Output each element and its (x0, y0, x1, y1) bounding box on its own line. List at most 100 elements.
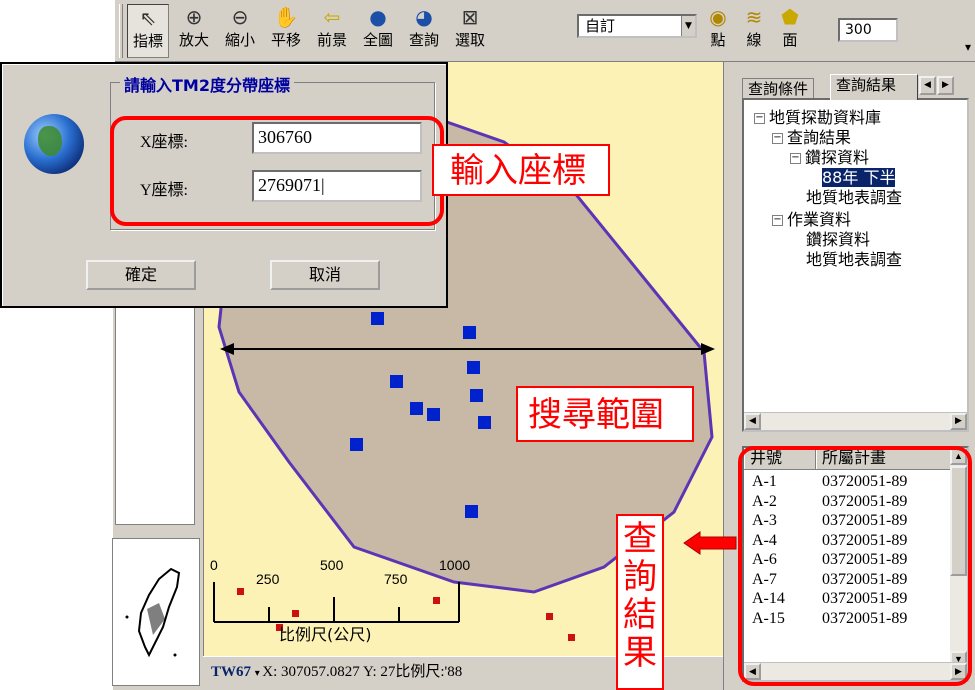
tool-label: 縮小 (224, 31, 255, 49)
tree-node-label: 地質探勘資料庫 (769, 108, 882, 127)
left-panel-blank (115, 300, 195, 525)
tool-label: 點 (710, 31, 726, 49)
well-point (463, 326, 476, 339)
ok-button[interactable]: 確定 (86, 260, 196, 290)
collapse-icon[interactable]: − (790, 153, 801, 164)
scroll-left-icon[interactable]: ◀ (744, 413, 761, 430)
search-range-callout: 搜尋範圍 (516, 386, 694, 442)
overview-map[interactable] (112, 538, 200, 686)
tree-node[interactable]: − 查詢結果 (772, 128, 851, 148)
point-draw-button[interactable]: ◉ 點 (701, 4, 735, 58)
crs-selector[interactable]: TW67 (211, 664, 251, 680)
line-draw-button[interactable]: ≋ 線 (737, 4, 771, 58)
zoom-in-icon: ⊕ (185, 5, 203, 29)
scale-tick-label: 1000 (439, 557, 470, 573)
well-point (546, 613, 553, 620)
tool-label: 面 (782, 31, 798, 49)
query-results-highlight (738, 446, 972, 686)
previous-view-icon: ⇦ (323, 5, 341, 29)
well-point (470, 389, 483, 402)
collapse-icon[interactable]: − (754, 113, 765, 124)
tree-node[interactable]: − 鑽探資料 (790, 148, 869, 168)
select-button[interactable]: ⊠ 選取 (449, 4, 491, 58)
dialog-title: 請輸入TM2度分帶座標 (120, 72, 294, 96)
preset-select[interactable]: 自訂 ▼ (577, 14, 697, 38)
tree-horizontal-scrollbar[interactable]: ◀ ▶ (744, 412, 967, 430)
tool-label: 查詢 (408, 31, 439, 49)
red-arrow-icon (683, 531, 737, 555)
collapse-icon[interactable]: − (772, 133, 783, 144)
pointer-tool-button[interactable]: ⇖ 指標 (127, 4, 169, 58)
tab-scroll-left-icon[interactable]: ◀ (919, 76, 936, 95)
pan-tool-button[interactable]: ✋ 平移 (265, 4, 307, 58)
well-point (465, 505, 478, 518)
scale-tick-label: 250 (256, 571, 280, 587)
previous-view-button[interactable]: ⇦ 前景 (311, 4, 353, 58)
toolbar: ⇖ 指標 ⊕ 放大 ⊖ 縮小 ✋ 平移 ⇦ 前景 ● 全圖 ◕ 查詢 ⊠ 選取 (115, 0, 975, 62)
tree-node-label: 地質地表調查 (806, 250, 903, 269)
zoom-in-tool-button[interactable]: ⊕ 放大 (173, 4, 215, 58)
cancel-button-label: 取消 (308, 265, 341, 284)
tree-node-label: 地質地表調查 (806, 188, 903, 207)
tree-node[interactable]: 地質地表調查 (806, 250, 902, 270)
polygon-draw-button[interactable]: ⬟ 面 (773, 4, 807, 58)
scale-tick-label: 500 (320, 557, 344, 573)
well-point (433, 597, 440, 604)
tree-node[interactable]: 地質地表調查 (806, 188, 902, 208)
scroll-right-icon[interactable]: ▶ (950, 413, 967, 430)
tool-label: 線 (746, 31, 762, 49)
zoom-out-icon: ⊖ (231, 5, 249, 29)
tree-node[interactable]: − 地質探勘資料庫 (754, 108, 881, 128)
tab-query-results[interactable]: 查詢結果 (830, 74, 918, 100)
input-coords-highlight (110, 116, 444, 226)
scale-tick-label: 0 (210, 557, 218, 573)
globe-icon (24, 114, 84, 174)
buffer-distance-value: 300 (845, 22, 872, 38)
tab-scroll-right-icon[interactable]: ▶ (937, 76, 954, 95)
scale-bar (213, 582, 460, 623)
well-point (568, 634, 575, 641)
cancel-button[interactable]: 取消 (270, 260, 380, 290)
preset-select-value: 自訂 (585, 17, 616, 35)
query-results-callout: 查詢結果 (616, 514, 664, 690)
tab-label: 查詢結果 (836, 76, 897, 94)
well-point (292, 610, 299, 617)
tree-node-label: 88年 下半 (822, 168, 896, 187)
well-point (350, 438, 363, 451)
toolbar-overflow-icon[interactable]: ▾ (965, 40, 971, 54)
tree-node-label: 作業資料 (787, 210, 852, 229)
well-point (237, 588, 244, 595)
tree-node-label: 鑽探資料 (805, 148, 870, 167)
tree-node-selected[interactable]: 88年 下半 (822, 168, 896, 188)
well-point (427, 408, 440, 421)
tool-label: 全圖 (362, 31, 393, 49)
tool-label: 前景 (316, 31, 347, 49)
scale-bar-label: 比例尺(公尺) (279, 625, 372, 644)
gis-app-window: ⇖ 指標 ⊕ 放大 ⊖ 縮小 ✋ 平移 ⇦ 前景 ● 全圖 ◕ 查詢 ⊠ 選取 (0, 0, 975, 690)
toolbar-grip[interactable] (119, 4, 123, 58)
chevron-down-icon[interactable]: ▼ (681, 16, 695, 36)
buffer-distance-input[interactable]: 300 (838, 18, 898, 42)
tree-node[interactable]: − 作業資料 (772, 210, 851, 230)
taiwan-overview-icon (125, 567, 181, 658)
well-point (467, 361, 480, 374)
result-tree[interactable]: − 地質探勘資料庫 − 查詢結果 − 鑽探資料 88年 下半 地質地表調查 − 作業資料… (742, 98, 969, 432)
tool-label: 平移 (270, 31, 301, 49)
tool-label: 指標 (132, 32, 163, 50)
full-extent-button[interactable]: ● 全圖 (357, 4, 399, 58)
tree-node-label: 鑽探資料 (806, 230, 871, 249)
tool-label: 放大 (178, 31, 209, 49)
well-point (390, 375, 403, 388)
scale-tick-label: 750 (384, 571, 408, 587)
query-button[interactable]: ◕ 查詢 (403, 4, 445, 58)
collapse-icon[interactable]: − (772, 215, 783, 226)
zoom-out-tool-button[interactable]: ⊖ 縮小 (219, 4, 261, 58)
tree-node[interactable]: 鑽探資料 (806, 230, 870, 250)
line-icon: ≋ (745, 5, 763, 29)
cursor-coordinates: X: 307057.0827 Y: 27比例尺:'88 (262, 664, 463, 680)
tool-label: 選取 (454, 31, 485, 49)
point-icon: ◉ (709, 5, 727, 29)
tab-query-conditions[interactable]: 查詢條件 (742, 78, 815, 100)
arrow-right-head (701, 343, 715, 355)
well-point (410, 402, 423, 415)
